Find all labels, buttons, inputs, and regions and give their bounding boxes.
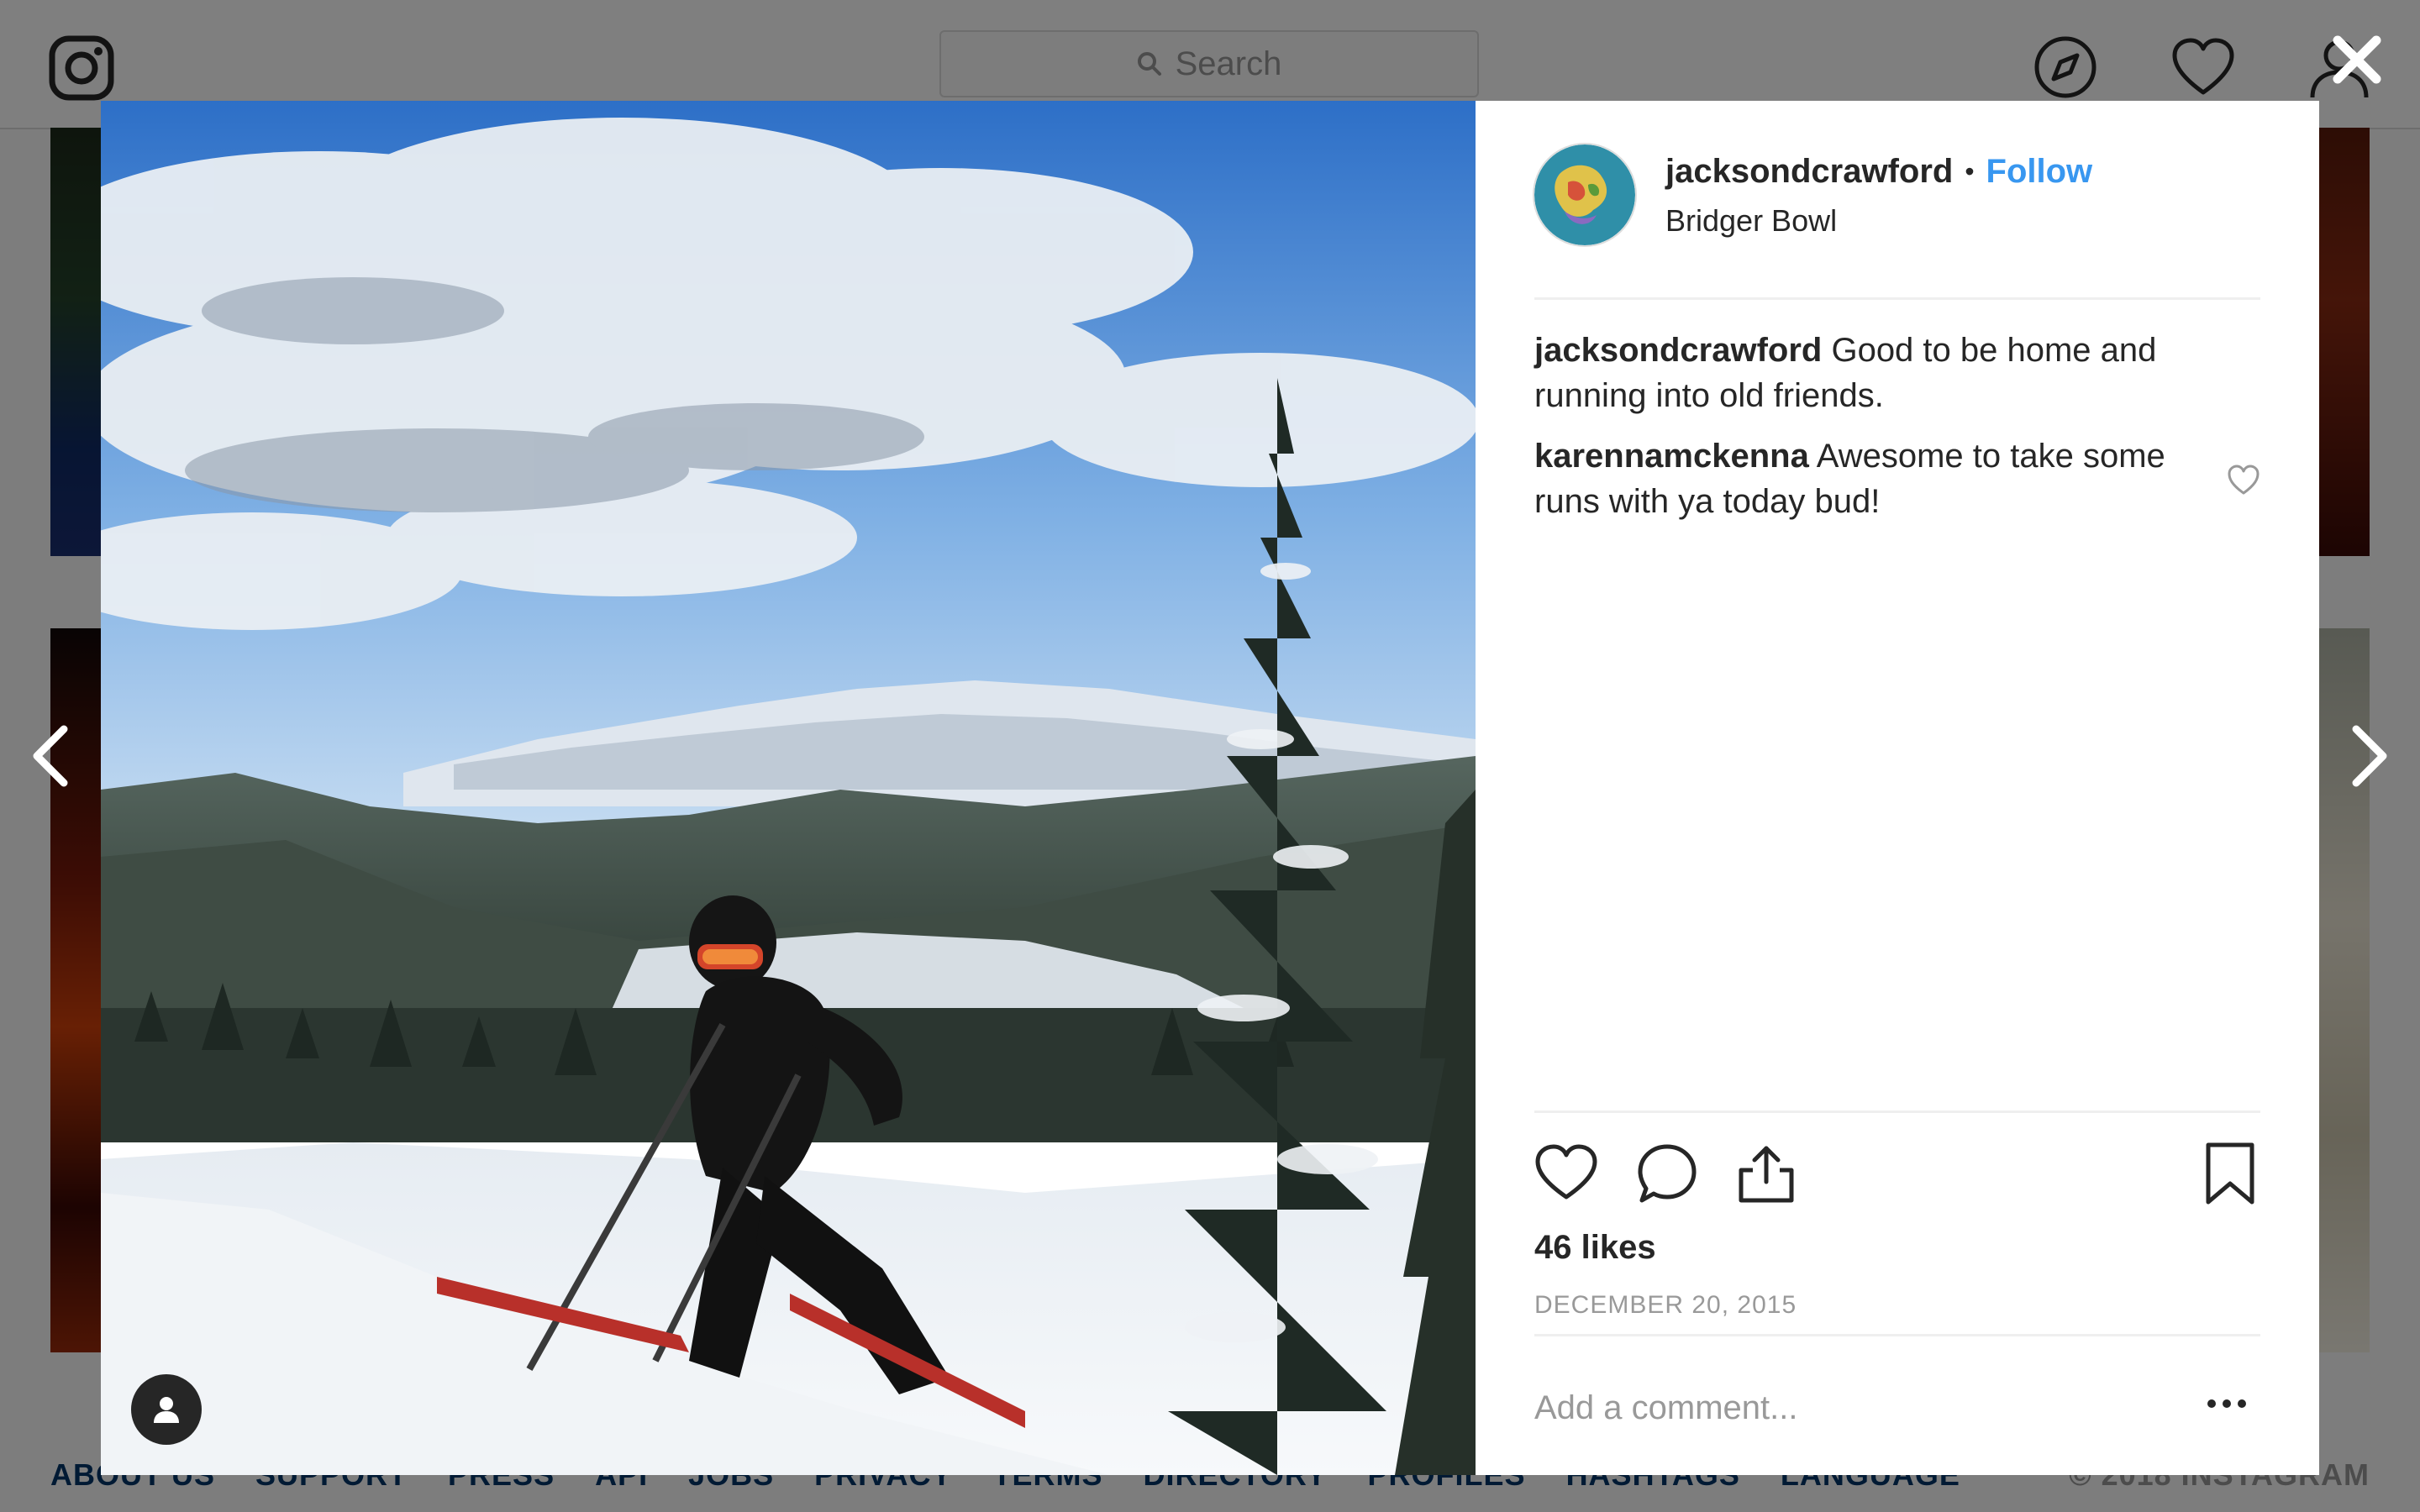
likes-count[interactable]: 46 likes xyxy=(1534,1229,1656,1267)
comment-username[interactable]: karennamckenna xyxy=(1534,438,1809,475)
caption: jacksondcrawford Good to be home and run… xyxy=(1534,328,2260,418)
share-upload-icon[interactable] xyxy=(1734,1142,1798,1205)
bookmark-icon[interactable] xyxy=(2198,1142,2262,1205)
post-date: DECEMBER 20, 2015 xyxy=(1534,1291,1797,1319)
separator-dot: • xyxy=(1965,156,1975,186)
comment-username[interactable]: jacksondcrawford xyxy=(1534,332,1822,369)
post-modal: jacksondcrawford • Follow Bridger Bowl j… xyxy=(101,101,2319,1475)
add-comment-input[interactable] xyxy=(1534,1378,2173,1437)
location-link[interactable]: Bridger Bowl xyxy=(1665,203,1837,239)
username-row: jacksondcrawford • Follow xyxy=(1665,153,2092,191)
avatar[interactable] xyxy=(1534,144,1635,245)
username-link[interactable]: jacksondcrawford xyxy=(1665,153,1953,191)
tagged-users-button[interactable] xyxy=(131,1374,202,1445)
next-arrow-icon[interactable] xyxy=(2344,722,2395,790)
close-icon[interactable] xyxy=(2329,32,2385,87)
globe-avatar-image xyxy=(1534,144,1635,245)
comment-bubble-icon[interactable] xyxy=(1635,1142,1699,1205)
previous-arrow-icon[interactable] xyxy=(25,722,76,790)
comment-like-icon[interactable] xyxy=(2227,464,2260,497)
more-options-icon[interactable] xyxy=(2202,1387,2252,1420)
post-photo[interactable] xyxy=(101,101,1476,1475)
like-heart-icon[interactable] xyxy=(1534,1142,1598,1205)
comment: karennamckenna Awesome to take some runs… xyxy=(1534,433,2260,524)
post-sidebar: jacksondcrawford • Follow Bridger Bowl j… xyxy=(1476,101,2319,1475)
ski-landscape-image xyxy=(101,101,1476,1475)
add-comment-bar xyxy=(1534,1334,2260,1478)
person-icon xyxy=(154,1397,179,1423)
post-header: jacksondcrawford • Follow Bridger Bowl xyxy=(1534,144,2260,300)
follow-button[interactable]: Follow xyxy=(1986,153,2093,191)
comments-list: jacksondcrawford Good to be home and run… xyxy=(1534,328,2260,539)
